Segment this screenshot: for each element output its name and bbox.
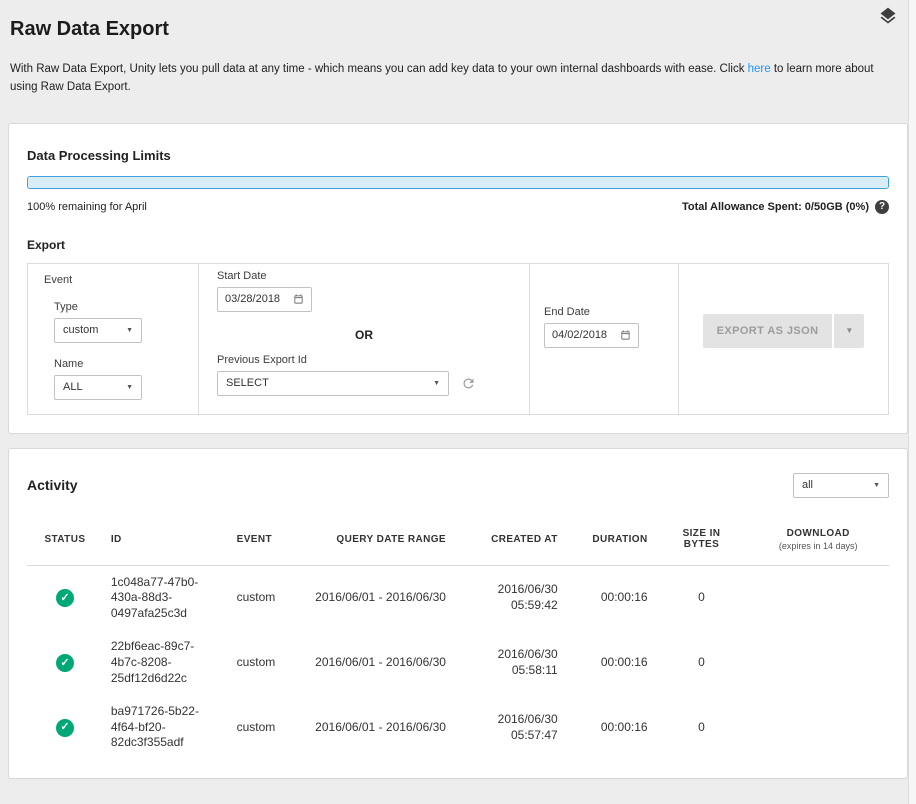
activity-table: STATUS ID EVENT QUERY DATE RANGE CREATED…	[27, 518, 889, 760]
activity-header-row: Activity all ▼	[27, 473, 889, 498]
allowance-label: Total Allowance Spent: 0/50GB (0%)	[682, 201, 869, 213]
intro-before: With Raw Data Export, Unity lets you pul…	[10, 63, 748, 75]
query-date-range: 2016/06/01 - 2016/06/30	[304, 630, 453, 695]
allowance-summary: Total Allowance Spent: 0/50GB (0%) ?	[682, 200, 889, 214]
previous-export-value: SELECT	[226, 377, 269, 389]
event-group-label: Event	[44, 274, 182, 286]
activity-filter-value: all	[802, 479, 813, 491]
start-date-label: Start Date	[217, 270, 511, 282]
calendar-icon[interactable]	[620, 329, 631, 341]
intro-text: With Raw Data Export, Unity lets you pul…	[10, 61, 896, 97]
created-at: 2016/06/30 05:59:42	[454, 565, 566, 630]
end-date-field[interactable]	[544, 323, 639, 348]
export-id: 22bf6eac-89c7-4b7c-8208-25df12d6d22c	[103, 630, 229, 695]
created-at: 2016/06/30 05:58:11	[454, 630, 566, 695]
export-id: 1c048a77-47b0-430a-88d3-0497afa25c3d	[103, 565, 229, 630]
scrollbar[interactable]	[908, 0, 916, 804]
raw-data-export-page: Raw Data Export With Raw Data Export, Un…	[0, 0, 916, 779]
duration: 00:00:16	[566, 695, 656, 760]
help-icon[interactable]: ?	[875, 200, 889, 214]
check-circle-icon: ✓	[56, 654, 74, 672]
created-at: 2016/06/30 05:57:47	[454, 695, 566, 760]
duration: 00:00:16	[566, 565, 656, 630]
event-column: Event Type custom ▼ Name ALL ▼	[28, 264, 198, 414]
event-type-select[interactable]: custom ▼	[54, 318, 142, 343]
allowance-progress-fill	[28, 177, 888, 188]
col-id: ID	[103, 518, 229, 566]
event-type: custom	[229, 630, 305, 695]
download-expiry-note: (expires in 14 days)	[755, 541, 881, 551]
limits-export-card: Data Processing Limits 100% remaining fo…	[8, 123, 908, 434]
allowance-progress-bar	[27, 176, 889, 189]
download-cell	[747, 565, 889, 630]
date-or-export-column: Start Date OR Previous Export Id SELECT …	[199, 264, 529, 414]
export-options-caret-button[interactable]: ▼	[834, 314, 864, 348]
duration: 00:00:16	[566, 630, 656, 695]
chevron-down-icon: ▼	[126, 327, 133, 334]
limits-summary-row: 100% remaining for April Total Allowance…	[27, 200, 889, 214]
export-id: ba971726-5b22-4f64-bf20-82dc3f355adf	[103, 695, 229, 760]
export-action-column: EXPORT AS JSON ▼	[679, 264, 888, 414]
col-status: STATUS	[27, 518, 103, 566]
table-row: ✓ 1c048a77-47b0-430a-88d3-0497afa25c3d c…	[27, 565, 889, 630]
table-row: ✓ ba971726-5b22-4f64-bf20-82dc3f355adf c…	[27, 695, 889, 760]
export-heading: Export	[27, 238, 889, 252]
event-type: custom	[229, 695, 305, 760]
check-circle-icon: ✓	[56, 589, 74, 607]
refresh-icon[interactable]	[461, 376, 476, 391]
col-created-at: CREATED AT	[454, 518, 566, 566]
type-label: Type	[54, 301, 182, 313]
event-name-select[interactable]: ALL ▼	[54, 375, 142, 400]
previous-export-row: SELECT ▼	[217, 371, 511, 396]
start-date-field[interactable]	[217, 287, 312, 312]
size-in-bytes: 0	[656, 695, 748, 760]
table-row: ✓ 22bf6eac-89c7-4b7c-8208-25df12d6d22c c…	[27, 630, 889, 695]
activity-heading: Activity	[27, 477, 78, 493]
or-divider-label: OR	[217, 328, 511, 342]
activity-filter-select[interactable]: all ▼	[793, 473, 889, 498]
col-query-date-range: QUERY DATE RANGE	[304, 518, 453, 566]
activity-card: Activity all ▼ STATUS ID EVENT QUERY DAT…	[8, 448, 908, 779]
download-cell	[747, 630, 889, 695]
learn-more-link[interactable]: here	[748, 63, 771, 75]
export-as-json-button[interactable]: EXPORT AS JSON	[703, 314, 833, 348]
query-date-range: 2016/06/01 - 2016/06/30	[304, 565, 453, 630]
col-event: EVENT	[229, 518, 305, 566]
limits-heading: Data Processing Limits	[27, 148, 889, 163]
previous-export-select[interactable]: SELECT ▼	[217, 371, 449, 396]
download-cell	[747, 695, 889, 760]
event-type: custom	[229, 565, 305, 630]
col-download: DOWNLOAD (expires in 14 days)	[747, 518, 889, 566]
previous-export-label: Previous Export Id	[217, 354, 511, 366]
col-duration: DURATION	[566, 518, 656, 566]
query-date-range: 2016/06/01 - 2016/06/30	[304, 695, 453, 760]
chevron-down-icon: ▼	[126, 384, 133, 391]
remaining-text: 100% remaining for April	[27, 201, 147, 213]
table-header-row: STATUS ID EVENT QUERY DATE RANGE CREATED…	[27, 518, 889, 566]
event-type-value: custom	[63, 324, 98, 336]
page-title: Raw Data Export	[10, 18, 900, 41]
event-name-value: ALL	[63, 381, 83, 393]
export-form: Event Type custom ▼ Name ALL ▼ Start Dat…	[27, 263, 889, 415]
end-date-column: End Date	[530, 264, 678, 414]
size-in-bytes: 0	[656, 565, 748, 630]
check-circle-icon: ✓	[56, 719, 74, 737]
size-in-bytes: 0	[656, 630, 748, 695]
end-date-input[interactable]	[552, 329, 612, 341]
start-date-input[interactable]	[225, 293, 285, 305]
chevron-down-icon: ▼	[845, 326, 853, 335]
chevron-down-icon: ▼	[433, 380, 440, 387]
calendar-icon[interactable]	[293, 293, 304, 305]
layers-icon[interactable]	[878, 6, 898, 31]
end-date-label: End Date	[544, 306, 664, 318]
col-size-in-bytes: SIZE IN BYTES	[656, 518, 748, 566]
chevron-down-icon: ▼	[873, 482, 880, 489]
name-label: Name	[54, 358, 182, 370]
